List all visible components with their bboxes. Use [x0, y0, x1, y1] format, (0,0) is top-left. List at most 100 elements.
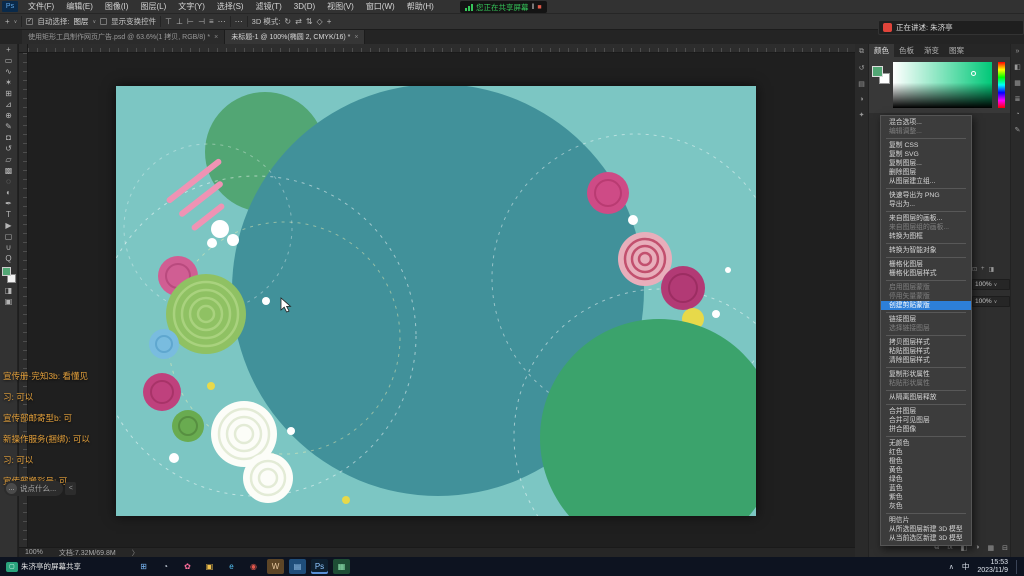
context-menu-item[interactable]: 从当前选区新建 3D 模型 [881, 534, 971, 543]
menubar-item[interactable]: 文件(F) [22, 0, 60, 13]
context-menu-item[interactable]: 灰色 [881, 502, 971, 511]
document-tab[interactable]: 使用矩形工具制作网页广告.psd @ 63.6%(1 拷贝, RGB/8) * … [22, 30, 225, 44]
context-menu-item[interactable]: 快速导出为 PNG [881, 191, 971, 200]
context-menu-item[interactable]: 清除图层样式 [881, 356, 971, 365]
more-options-icon[interactable]: ⋯ [235, 17, 243, 26]
menubar-item[interactable]: 图层(L) [134, 0, 172, 13]
taskbar-app-red[interactable]: ◉ [245, 559, 262, 574]
brush-tool[interactable]: ✎ [1, 121, 17, 132]
context-menu-item[interactable]: 合并图层 [881, 407, 971, 416]
tool-preset-caret-icon[interactable]: ∨ [14, 19, 18, 25]
chat-collapse-button[interactable]: < [65, 482, 76, 495]
context-menu-item[interactable]: 黄色 [881, 466, 971, 475]
panel-tab[interactable]: 渐变 [919, 44, 944, 57]
context-menu-item[interactable]: 编辑调整... [881, 127, 971, 136]
context-menu-item[interactable]: 混合选项... [881, 118, 971, 127]
menubar-item[interactable]: 视图(V) [321, 0, 360, 13]
panel-icon-properties[interactable]: ⧉ [859, 48, 864, 56]
context-menu-item[interactable]: 栅格化图层样式 [881, 269, 971, 278]
language-indicator[interactable]: 中 [962, 561, 970, 572]
context-menu-item[interactable] [886, 312, 966, 313]
context-menu-item[interactable]: 创建剪贴蒙版 [881, 301, 971, 310]
taskbar-start[interactable]: ⊞ [135, 559, 152, 574]
quick-selection-tool[interactable]: ✶ [1, 77, 17, 88]
taskbar-search[interactable]: ◔ [157, 559, 174, 574]
context-menu-item[interactable] [886, 436, 966, 437]
context-menu-item[interactable]: 从隔离图层释放 [881, 393, 971, 402]
menubar-item[interactable]: 3D(D) [288, 0, 321, 13]
dodge-tool[interactable]: ◐ [1, 187, 17, 198]
context-menu-item[interactable]: 橙色 [881, 457, 971, 466]
path-selection-tool[interactable]: ▶ [1, 220, 17, 231]
foreground-color-swatch[interactable] [2, 267, 11, 276]
context-menu-item[interactable] [886, 513, 966, 514]
context-menu-item[interactable] [886, 188, 966, 189]
context-menu-item[interactable]: 拼合图像 [881, 425, 971, 434]
close-icon[interactable]: × [354, 34, 358, 41]
new-group-icon[interactable]: ▦ [988, 544, 995, 552]
zoom-tool[interactable]: Q [1, 253, 17, 264]
context-menu-item[interactable]: 链接图层 [881, 315, 971, 324]
context-menu-item[interactable]: 转换为图框 [881, 232, 971, 241]
context-menu-item[interactable] [886, 335, 966, 336]
menubar-item[interactable]: 图像(I) [99, 0, 135, 13]
taskbar-photoshop[interactable]: Ps [311, 559, 328, 574]
context-menu-item[interactable]: 复制图层... [881, 159, 971, 168]
align-icon[interactable]: ⊢ [187, 17, 194, 26]
panel-icon-paths[interactable]: ✎ [1015, 126, 1021, 134]
taskbar-share-indicator[interactable]: ▢ 朱济亭的屏幕共享 [0, 561, 87, 572]
panel-tab[interactable]: 色板 [894, 44, 919, 57]
context-menu-item[interactable]: 无颜色 [881, 439, 971, 448]
panel-icon-color[interactable]: ◧ [1014, 63, 1021, 71]
align-icon[interactable]: ≡ [209, 17, 214, 26]
context-menu-item[interactable]: 栅格化图层 [881, 260, 971, 269]
foreground-color-swatch[interactable] [872, 66, 883, 77]
menubar-item[interactable]: 帮助(H) [401, 0, 440, 13]
context-menu-item[interactable]: 紫色 [881, 493, 971, 502]
panel-icon-info[interactable]: ✦ [859, 111, 865, 119]
canvas-area[interactable] [19, 44, 855, 547]
auto-select-checkbox[interactable]: ✓ [26, 18, 33, 25]
document-canvas[interactable] [116, 86, 756, 516]
context-menu-item[interactable]: 停用矢量蒙版 [881, 292, 971, 301]
context-menu-item[interactable]: 复制 SVG [881, 150, 971, 159]
context-menu-item[interactable]: 选择链接图层 [881, 324, 971, 333]
align-icon[interactable]: ⊤ [165, 17, 172, 26]
lock-icon[interactable]: + [981, 266, 985, 273]
saturation-brightness-box[interactable] [893, 62, 992, 108]
context-menu-item[interactable]: 蓝色 [881, 484, 971, 493]
context-menu-item[interactable]: 复制 CSS [881, 141, 971, 150]
auto-select-caret-icon[interactable]: ∨ [92, 19, 96, 25]
context-menu-item[interactable] [886, 404, 966, 405]
menubar-item[interactable]: 滤镜(T) [250, 0, 288, 13]
shape-tool[interactable]: ▢ [1, 231, 17, 242]
context-menu-item[interactable] [886, 257, 966, 258]
menubar-item[interactable]: 选择(S) [211, 0, 250, 13]
context-menu-item[interactable]: 转换为智能对象 [881, 246, 971, 255]
context-menu-item[interactable]: 导出为... [881, 200, 971, 209]
panel-tab[interactable]: 图案 [944, 44, 969, 57]
blur-tool[interactable]: ◌ [1, 176, 17, 187]
mode3d-icon[interactable]: ⇅ [306, 17, 313, 26]
context-menu-item[interactable] [886, 280, 966, 281]
collapse-panels-icon[interactable]: » [1016, 48, 1020, 55]
align-icon[interactable]: ⋯ [218, 17, 226, 26]
stop-share-icon[interactable]: ■ [537, 4, 541, 11]
crop-tool[interactable]: ⊞ [1, 88, 17, 99]
menubar-item[interactable]: 窗口(W) [360, 0, 401, 13]
history-brush-tool[interactable]: ↺ [1, 143, 17, 154]
hue-slider[interactable] [998, 62, 1005, 108]
foreground-background-swatches[interactable] [2, 267, 16, 283]
clone-stamp-tool[interactable]: ◘ [1, 132, 17, 143]
panel-icon-channels[interactable]: ◔ [1015, 111, 1019, 118]
move-tool[interactable]: + [1, 44, 17, 55]
marquee-tool[interactable]: ▭ [1, 55, 17, 66]
context-menu-item[interactable]: 来自图层的画板... [881, 214, 971, 223]
quick-mask-button[interactable]: ◨ [1, 285, 17, 296]
eraser-tool[interactable]: ▱ [1, 154, 17, 165]
lock-icon[interactable]: ◨ [989, 266, 995, 273]
delete-layer-icon[interactable]: ⊟ [1002, 544, 1008, 552]
type-tool[interactable]: T [1, 209, 17, 220]
taskbar-app-w[interactable]: W [267, 559, 284, 574]
panel-icon-history[interactable]: ↺ [859, 64, 865, 72]
